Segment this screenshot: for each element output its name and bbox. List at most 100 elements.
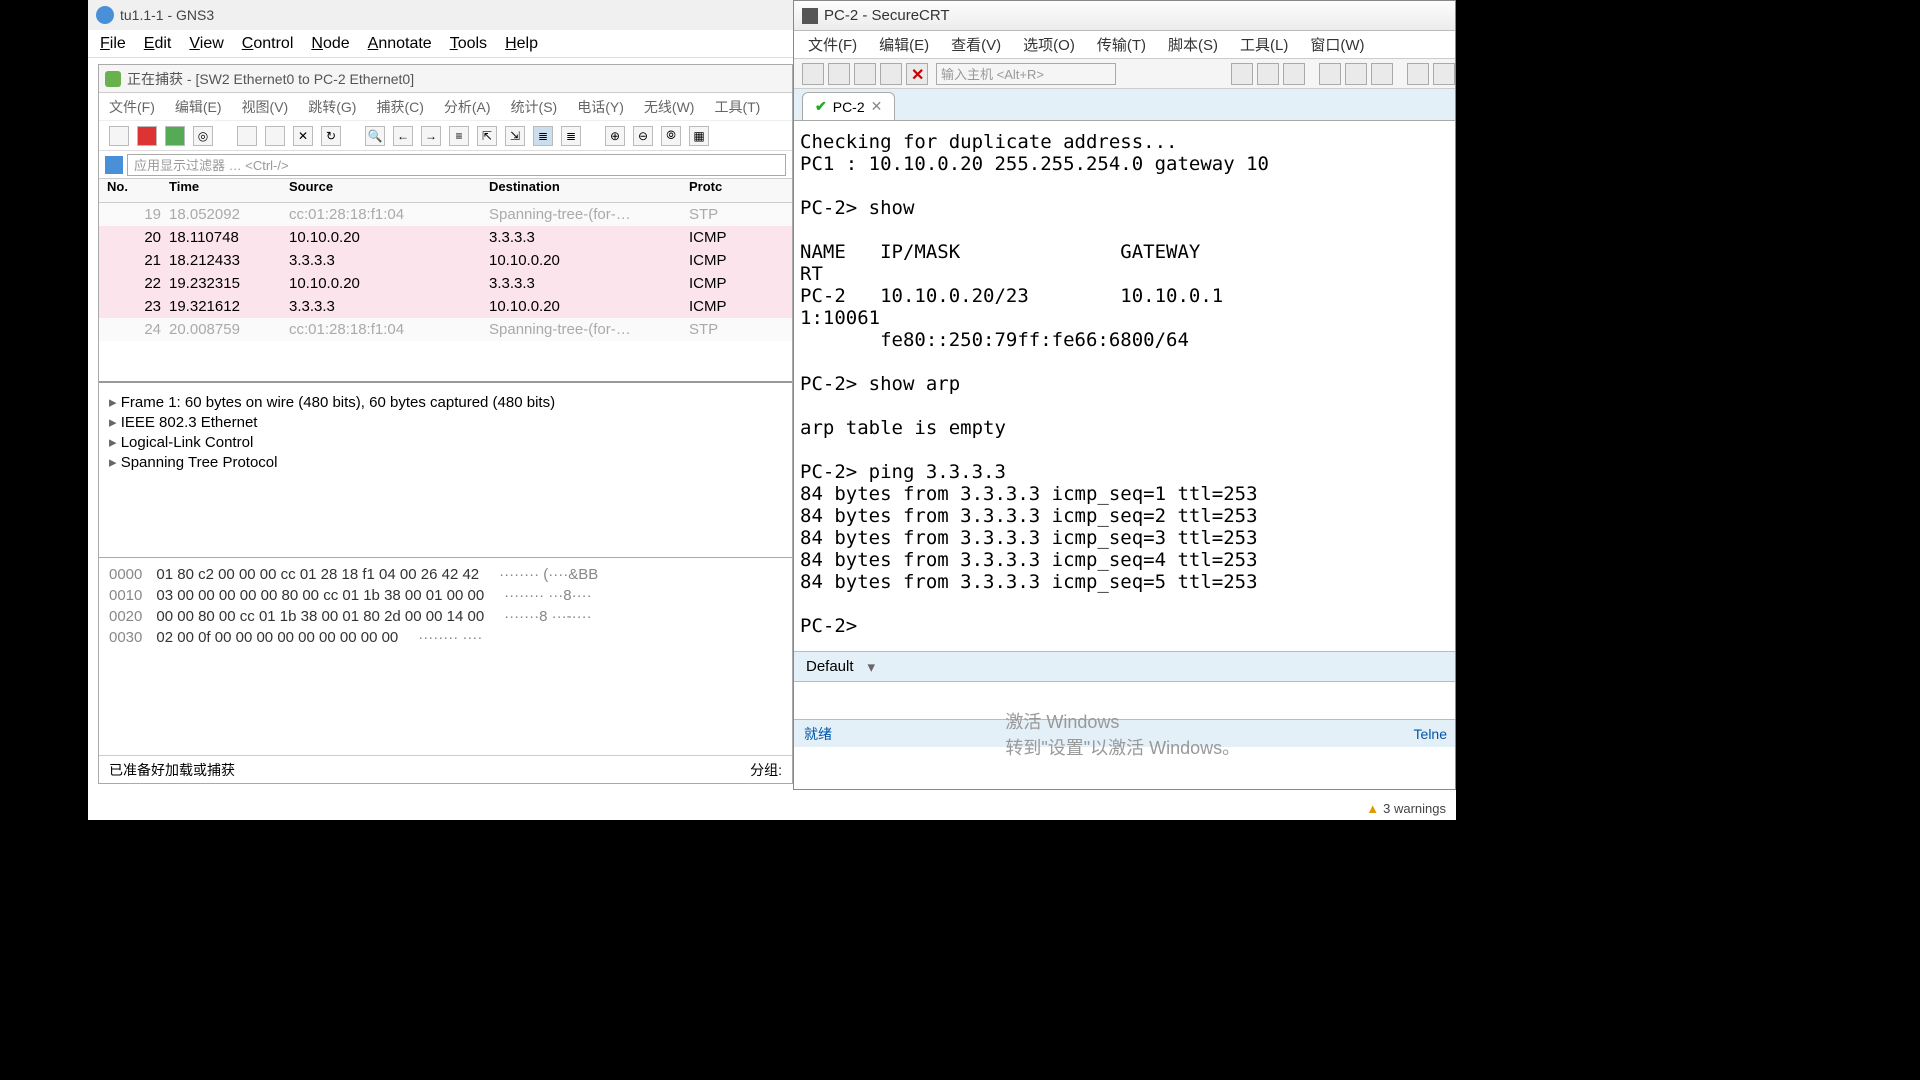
gns3-menu-node[interactable]: Node xyxy=(311,35,349,53)
packet-row[interactable]: 2219.23231510.10.0.203.3.3.3ICMP xyxy=(99,272,792,295)
global-options-icon[interactable] xyxy=(1433,63,1455,85)
packet-detail-line[interactable]: Frame 1: 60 bytes on wire (480 bits), 60… xyxy=(109,393,782,411)
host-input[interactable]: 输入主机 <Alt+R> xyxy=(936,63,1116,85)
windows-watermark: 激活 Windows 转到"设置"以激活 Windows。 xyxy=(1005,708,1240,760)
col-no[interactable]: No. xyxy=(99,179,169,202)
hex-row[interactable]: 001003 00 00 00 00 00 80 00 cc 01 1b 38 … xyxy=(109,585,782,606)
crt-menu-file[interactable]: 文件(F) xyxy=(808,34,857,55)
crt-toolbar: 输入主机 <Alt+R> xyxy=(794,59,1455,89)
warnings-indicator[interactable]: ▲3 warnings xyxy=(1366,801,1446,816)
gns3-menu-help[interactable]: Help xyxy=(505,35,538,53)
hex-row[interactable]: 003002 00 0f 00 00 00 00 00 00 00 00 00·… xyxy=(109,627,782,648)
col-src[interactable]: Source xyxy=(289,179,489,202)
crt-menu-window[interactable]: 窗口(W) xyxy=(1310,34,1364,55)
go-forward-icon[interactable]: → xyxy=(421,126,441,146)
stop-capture-icon[interactable] xyxy=(137,126,157,146)
packet-detail-line[interactable]: IEEE 802.3 Ethernet xyxy=(109,413,782,431)
gns3-menu-tools[interactable]: Tools xyxy=(450,35,487,53)
zoom-in-icon[interactable]: ⊕ xyxy=(605,126,625,146)
crt-tab-bar: ✔ PC-2 ✕ xyxy=(794,89,1455,121)
gns3-menu-file[interactable]: File xyxy=(100,35,126,53)
packet-row[interactable]: 2420.008759cc:01:28:18:f1:04Spanning-tre… xyxy=(99,318,792,341)
connect-in-tab-icon[interactable] xyxy=(854,63,876,85)
crt-menu-script[interactable]: 脚本(S) xyxy=(1168,34,1218,55)
print-icon[interactable] xyxy=(1319,63,1341,85)
packet-bytes-pane[interactable]: 000001 80 c2 00 00 00 cc 01 28 18 f1 04 … xyxy=(99,558,792,658)
terminal-output[interactable]: Checking for duplicate address... PC1 : … xyxy=(794,121,1455,651)
wireshark-title-bar: 正在捕获 - [SW2 Ethernet0 to PC-2 Ethernet0] xyxy=(99,65,792,93)
paste-icon[interactable] xyxy=(1257,63,1279,85)
reload-file-icon[interactable]: ↻ xyxy=(321,126,341,146)
start-capture-icon[interactable] xyxy=(109,126,129,146)
packet-list[interactable]: 1918.052092cc:01:28:18:f1:04Spanning-tre… xyxy=(99,203,792,341)
col-proto[interactable]: Protc xyxy=(689,179,749,202)
print-setup-icon[interactable] xyxy=(1345,63,1367,85)
packet-row[interactable]: 2319.3216123.3.3.310.10.0.20ICMP xyxy=(99,295,792,318)
open-file-icon[interactable] xyxy=(237,126,257,146)
print-screen-icon[interactable] xyxy=(1371,63,1393,85)
securecrt-app-icon xyxy=(802,8,818,24)
crt-title-text: PC-2 - SecureCRT xyxy=(824,7,950,24)
crt-status-bar: 就绪 激活 Windows 转到"设置"以激活 Windows。 Telne xyxy=(794,719,1455,747)
auto-scroll-icon[interactable]: ≣ xyxy=(533,126,553,146)
connect-icon[interactable] xyxy=(802,63,824,85)
gns3-menu-control[interactable]: Control xyxy=(242,35,294,53)
reconnect-icon[interactable] xyxy=(880,63,902,85)
hex-row[interactable]: 002000 00 80 00 cc 01 1b 38 00 01 80 2d … xyxy=(109,606,782,627)
zoom-reset-icon[interactable]: ⦾ xyxy=(661,126,681,146)
resize-columns-icon[interactable]: ▦ xyxy=(689,126,709,146)
crt-menu-edit[interactable]: 编辑(E) xyxy=(879,34,929,55)
ws-menu-wireless[interactable]: 无线(W) xyxy=(644,97,695,117)
ws-menu-go[interactable]: 跳转(G) xyxy=(308,97,356,117)
go-to-packet-icon[interactable]: ≡ xyxy=(449,126,469,146)
packet-row[interactable]: 2118.2124333.3.3.310.10.0.20ICMP xyxy=(99,249,792,272)
ws-status-text: 已准备好加载或捕获 xyxy=(109,760,235,780)
go-first-icon[interactable]: ⇱ xyxy=(477,126,497,146)
gns3-app-icon xyxy=(96,6,114,24)
ws-menu-file[interactable]: 文件(F) xyxy=(109,97,155,117)
packet-detail-line[interactable]: Spanning Tree Protocol xyxy=(109,453,782,471)
ws-menu-stats[interactable]: 统计(S) xyxy=(511,97,558,117)
disconnect-icon[interactable] xyxy=(906,63,928,85)
save-file-icon[interactable] xyxy=(265,126,285,146)
crt-menu-options[interactable]: 选项(O) xyxy=(1023,34,1075,55)
capture-options-icon[interactable]: ◎ xyxy=(193,126,213,146)
crt-menu-transfer[interactable]: 传输(T) xyxy=(1097,34,1146,55)
filter-bookmark-icon[interactable] xyxy=(105,156,123,174)
packet-row[interactable]: 1918.052092cc:01:28:18:f1:04Spanning-tre… xyxy=(99,203,792,226)
button-bar-picker[interactable]: Default xyxy=(794,651,1455,681)
ws-menu-tools[interactable]: 工具(T) xyxy=(714,97,760,117)
col-dst[interactable]: Destination xyxy=(489,179,689,202)
colorize-icon[interactable]: ≣ xyxy=(561,126,581,146)
tab-close-icon[interactable]: ✕ xyxy=(871,98,883,115)
find-packet-icon[interactable]: 🔍 xyxy=(365,126,385,146)
packet-row[interactable]: 2018.11074810.10.0.203.3.3.3ICMP xyxy=(99,226,792,249)
close-file-icon[interactable]: ✕ xyxy=(293,126,313,146)
crt-menu-view[interactable]: 查看(V) xyxy=(951,34,1001,55)
go-last-icon[interactable]: ⇲ xyxy=(505,126,525,146)
session-options-icon[interactable] xyxy=(1407,63,1429,85)
ws-menu-analyze[interactable]: 分析(A) xyxy=(444,97,491,117)
crt-status-ready: 就绪 xyxy=(804,724,832,744)
packet-detail-line[interactable]: Logical-Link Control xyxy=(109,433,782,451)
ws-menu-capture[interactable]: 捕获(C) xyxy=(376,97,423,117)
col-time[interactable]: Time xyxy=(169,179,289,202)
hex-row[interactable]: 000001 80 c2 00 00 00 cc 01 28 18 f1 04 … xyxy=(109,564,782,585)
ws-menu-view[interactable]: 视图(V) xyxy=(242,97,289,117)
gns3-menu-annotate[interactable]: Annotate xyxy=(368,35,432,53)
display-filter-input[interactable]: 应用显示过滤器 … <Ctrl-/> xyxy=(127,154,786,176)
ws-menu-edit[interactable]: 编辑(E) xyxy=(175,97,222,117)
packet-details-pane[interactable]: Frame 1: 60 bytes on wire (480 bits), 60… xyxy=(99,383,792,558)
crt-menu-tools[interactable]: 工具(L) xyxy=(1240,34,1288,55)
restart-capture-icon[interactable] xyxy=(165,126,185,146)
ws-menu-telephony[interactable]: 电话(Y) xyxy=(577,97,624,117)
find-icon[interactable] xyxy=(1283,63,1305,85)
gns3-menu-edit[interactable]: Edit xyxy=(144,35,172,53)
wireshark-window: 正在捕获 - [SW2 Ethernet0 to PC-2 Ethernet0]… xyxy=(98,64,793,784)
gns3-menu-view[interactable]: View xyxy=(189,35,223,53)
copy-icon[interactable] xyxy=(1231,63,1253,85)
zoom-out-icon[interactable]: ⊖ xyxy=(633,126,653,146)
session-tab-pc-2[interactable]: ✔ PC-2 ✕ xyxy=(802,92,895,120)
quick-connect-icon[interactable] xyxy=(828,63,850,85)
go-back-icon[interactable]: ← xyxy=(393,126,413,146)
